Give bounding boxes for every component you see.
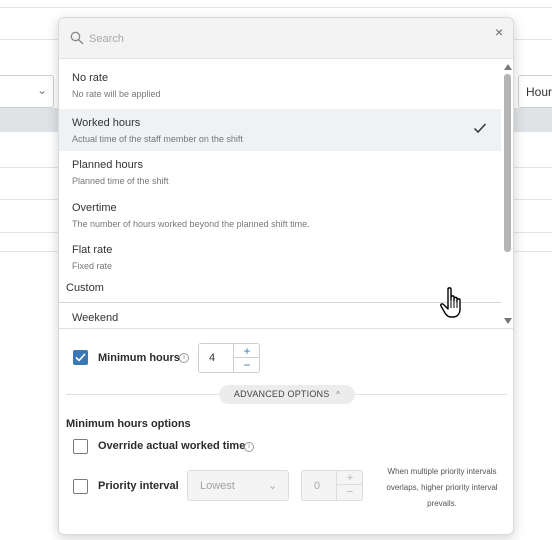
- search-bar: ×: [59, 18, 513, 59]
- option-subtitle: Fixed rate: [72, 261, 113, 271]
- checkmark-icon: [75, 353, 86, 362]
- minimum-hours-stepper[interactable]: 4 + −: [198, 343, 260, 373]
- stepper-buttons: + −: [233, 344, 260, 372]
- priority-select[interactable]: Lowest ⌄: [187, 470, 289, 501]
- stepper-buttons: + −: [336, 471, 363, 500]
- chevron-down-icon: ⌄: [36, 83, 47, 97]
- override-actual-label: Override actual worked time: [98, 440, 246, 452]
- decrement-button[interactable]: −: [234, 358, 260, 372]
- info-icon[interactable]: i: [244, 442, 254, 452]
- minimum-hours-label: Minimum hours: [98, 352, 180, 364]
- option-no-rate[interactable]: No rate No rate will be applied: [59, 60, 501, 102]
- scroll-up-arrow-icon[interactable]: [504, 64, 512, 70]
- increment-button[interactable]: +: [337, 471, 363, 485]
- option-flat-rate[interactable]: Flat rate Fixed rate: [59, 235, 501, 277]
- option-title: No rate: [72, 72, 109, 84]
- increment-button[interactable]: +: [234, 344, 260, 358]
- bg-select-left[interactable]: ⌄: [0, 75, 54, 108]
- checkmark-icon: [473, 123, 487, 134]
- advanced-options-toggle[interactable]: ADVANCED OPTIONS ^: [219, 385, 355, 404]
- search-input[interactable]: [89, 29, 469, 49]
- option-title: Worked hours: [72, 117, 141, 129]
- close-icon[interactable]: ×: [495, 24, 509, 40]
- option-title: Weekend: [72, 312, 119, 324]
- override-actual-checkbox[interactable]: [73, 439, 88, 454]
- list-scrollbar[interactable]: [501, 60, 513, 328]
- option-overtime[interactable]: Overtime The number of hours worked beyo…: [59, 193, 501, 235]
- bg-unit-select[interactable]: Hour: [518, 75, 552, 108]
- option-subtitle: The number of hours worked beyond the pl…: [72, 219, 310, 229]
- divider: [66, 394, 219, 395]
- priority-stepper[interactable]: 0 + −: [301, 470, 363, 501]
- advanced-options-label: ADVANCED OPTIONS: [233, 389, 330, 399]
- priority-interval-label: Priority interval: [98, 480, 179, 492]
- minimum-hours-options-title: Minimum hours options: [66, 418, 191, 430]
- hand-cursor-icon: [440, 287, 461, 318]
- option-weekend[interactable]: Weekend: [59, 302, 501, 328]
- bg-unit-select-value: Hour: [526, 85, 552, 99]
- chevron-up-icon: ^: [336, 390, 341, 399]
- decrement-button[interactable]: −: [337, 485, 363, 499]
- divider: [355, 394, 507, 395]
- divider: [59, 328, 513, 329]
- priority-help-text: When multiple priority intervals overlap…: [386, 467, 498, 508]
- option-worked-hours[interactable]: Worked hours Actual time of the staff me…: [59, 109, 501, 151]
- priority-stepper-value[interactable]: 0: [314, 480, 320, 492]
- option-subtitle: Actual time of the staff member on the s…: [72, 134, 243, 144]
- bg-divider: [0, 7, 552, 8]
- rate-options-list: No rate No rate will be applied Worked h…: [59, 60, 501, 328]
- scroll-down-arrow-icon[interactable]: [504, 318, 512, 324]
- scroll-thumb[interactable]: [504, 74, 511, 252]
- priority-select-value: Lowest: [200, 480, 235, 492]
- chevron-down-icon: ⌄: [268, 480, 278, 492]
- option-planned-hours[interactable]: Planned hours Planned time of the shift: [59, 151, 501, 193]
- minimum-hours-value[interactable]: 4: [209, 352, 215, 364]
- option-title: Flat rate: [72, 244, 113, 256]
- rate-dropdown-popup: × No rate No rate will be applied Worked…: [58, 17, 514, 535]
- option-subtitle: Planned time of the shift: [72, 176, 169, 186]
- option-title: Overtime: [72, 202, 117, 214]
- option-subtitle: No rate will be applied: [72, 89, 161, 99]
- option-title: Planned hours: [72, 159, 143, 171]
- group-label-custom: Custom: [66, 282, 104, 294]
- info-icon[interactable]: i: [179, 353, 189, 363]
- search-icon: [70, 31, 84, 45]
- minimum-hours-checkbox[interactable]: [73, 350, 88, 365]
- priority-interval-checkbox[interactable]: [73, 479, 88, 494]
